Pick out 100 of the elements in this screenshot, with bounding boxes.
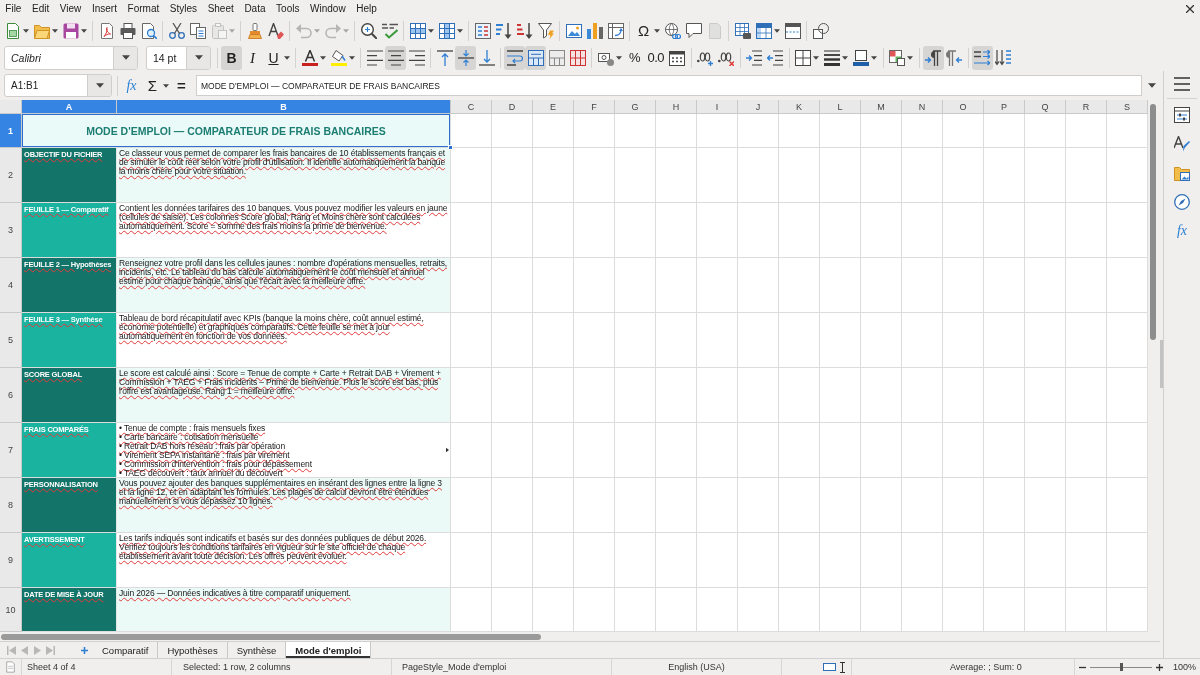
- bold-button[interactable]: B: [221, 45, 242, 70]
- table-cell: [902, 478, 943, 533]
- table-cell: [902, 588, 943, 632]
- row-header[interactable]: 7: [0, 423, 22, 478]
- column-header[interactable]: H: [656, 100, 697, 114]
- formula-input[interactable]: MODE D'EMPLOI — COMPARATEUR DE FRAIS BANCAIRES: [196, 75, 1142, 96]
- menu-item[interactable]: Data: [239, 0, 271, 17]
- menu-icon: [1174, 76, 1190, 92]
- table-cell: [1025, 148, 1066, 203]
- table-cell: [574, 258, 615, 313]
- column-header[interactable]: K: [779, 100, 820, 114]
- table-cell: [656, 588, 697, 632]
- column-header[interactable]: F: [574, 100, 615, 114]
- page-magnifier-icon: [140, 22, 157, 39]
- sheet-tab[interactable]: Mode d'emploi: [286, 642, 372, 658]
- align-middle-button[interactable]: [455, 45, 476, 70]
- table-cell: [779, 148, 820, 203]
- menu-item[interactable]: View: [54, 0, 87, 17]
- dropdown-button[interactable]: [87, 75, 111, 96]
- column-header[interactable]: L: [820, 100, 861, 114]
- cell-text: Les tarifs indiqués sont indicatifs et basés sur des données publiques de début 2026. Vérifiez toujours les conditions tarifaires en vigueur sur le site officiel de chaque établissement avant toute décision. Les offres peuvent évoluer.: [119, 534, 428, 561]
- zoom-slider-thumb[interactable]: [1119, 663, 1123, 671]
- column-header[interactable]: R: [1066, 100, 1107, 114]
- special-character-button[interactable]: Ω: [633, 18, 662, 43]
- standard-format-button[interactable]: 0.0: [645, 45, 667, 70]
- sort-descending-icon: [516, 22, 533, 39]
- column-header[interactable]: A: [22, 100, 117, 114]
- sheet-tab[interactable]: Comparatif: [93, 642, 159, 658]
- text-direction-button[interactable]: [971, 45, 993, 70]
- table-cell: [492, 258, 533, 313]
- functions-button[interactable]: fx: [1168, 218, 1196, 244]
- underline-button[interactable]: U: [263, 45, 292, 70]
- merge-center-button[interactable]: [525, 45, 546, 70]
- menu-item[interactable]: Insert: [86, 0, 123, 17]
- table-cell: [574, 478, 615, 533]
- zoom-in-button[interactable]: [1155, 662, 1164, 672]
- wrap-text-button[interactable]: [504, 45, 525, 70]
- funnel-icon: [537, 22, 554, 39]
- row-header[interactable]: 4: [0, 258, 22, 313]
- scrollbar-thumb[interactable]: [1150, 104, 1156, 340]
- menu-item[interactable]: Window: [304, 0, 351, 17]
- fill-handle[interactable]: [448, 145, 453, 150]
- column-header[interactable]: O: [943, 100, 984, 114]
- column-header[interactable]: D: [492, 100, 533, 114]
- sum-button[interactable]: Σ: [142, 73, 171, 98]
- sheet-tab[interactable]: Hypothèses: [158, 642, 228, 658]
- column-header[interactable]: M: [861, 100, 902, 114]
- percent-button[interactable]: %: [624, 45, 645, 70]
- scrollbar-thumb[interactable]: [1, 633, 541, 640]
- sliders-window-icon: [1174, 107, 1190, 123]
- column-header[interactable]: B: [117, 100, 451, 114]
- formula-button[interactable]: =: [171, 73, 192, 98]
- row-header[interactable]: 6: [0, 368, 22, 423]
- menu-item[interactable]: Edit: [26, 0, 55, 17]
- align-right-icon: [408, 49, 425, 66]
- menu-item[interactable]: File: [0, 0, 27, 17]
- table-cell: [697, 114, 738, 148]
- table-cell: [820, 313, 861, 368]
- column-header[interactable]: J: [738, 100, 779, 114]
- menu-item[interactable]: Help: [350, 0, 383, 17]
- table-cell: [943, 258, 984, 313]
- row-header[interactable]: 3: [0, 203, 22, 258]
- align-center-button[interactable]: [385, 45, 406, 70]
- sidebar-handle[interactable]: [1160, 340, 1164, 388]
- redo-icon: [324, 22, 341, 39]
- row-header[interactable]: 5: [0, 313, 22, 368]
- row-header[interactable]: 10: [0, 588, 22, 632]
- table-cell: [574, 423, 615, 478]
- table-cell: [820, 114, 861, 148]
- row-header[interactable]: 8: [0, 478, 22, 533]
- table-cell: [820, 423, 861, 478]
- table-cell: [902, 258, 943, 313]
- table-cell: [656, 114, 697, 148]
- spellcheck-icon: [381, 22, 398, 39]
- menu-item[interactable]: Format: [122, 0, 165, 17]
- column-header[interactable]: Q: [1025, 100, 1066, 114]
- row-header[interactable]: 1: [0, 114, 22, 148]
- table-cell: [984, 588, 1025, 632]
- table-cell: [697, 368, 738, 423]
- table-cell: [779, 313, 820, 368]
- italic-button[interactable]: I: [242, 45, 263, 70]
- table-cell: [820, 368, 861, 423]
- menu-item[interactable]: Styles: [164, 0, 203, 17]
- column-header[interactable]: C: [451, 100, 492, 114]
- menu-item[interactable]: Sheet: [202, 0, 240, 17]
- left-to-right-button[interactable]: [922, 45, 944, 70]
- column-header[interactable]: G: [615, 100, 656, 114]
- undo-icon: [295, 22, 312, 39]
- column-header[interactable]: I: [697, 100, 738, 114]
- row-header[interactable]: 2: [0, 148, 22, 203]
- table-cell: [1066, 258, 1107, 313]
- column-header[interactable]: E: [533, 100, 574, 114]
- column-header[interactable]: P: [984, 100, 1025, 114]
- column-header[interactable]: S: [1107, 100, 1148, 114]
- column-header[interactable]: N: [902, 100, 943, 114]
- close-button[interactable]: [1184, 2, 1196, 15]
- align-middle-icon: [457, 49, 474, 66]
- row-header[interactable]: 9: [0, 533, 22, 588]
- menu-item[interactable]: Tools: [270, 0, 305, 17]
- function-wizard-button[interactable]: fx: [121, 73, 142, 98]
